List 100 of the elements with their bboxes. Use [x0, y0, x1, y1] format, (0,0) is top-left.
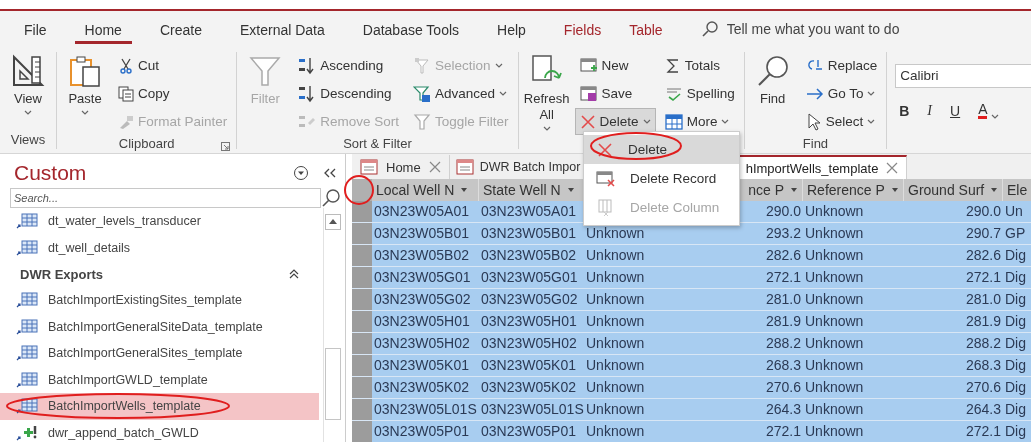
- form-icon: [455, 159, 474, 175]
- dialog-launcher-icon[interactable]: [221, 142, 231, 151]
- ribbon-button[interactable]: New: [574, 52, 656, 79]
- record-selector[interactable]: [352, 399, 372, 420]
- dropdown-arrow-icon: [990, 187, 999, 193]
- record-selector[interactable]: [352, 223, 372, 244]
- table-cell-text: Unknown: [804, 290, 865, 309]
- close-icon[interactable]: [886, 162, 899, 174]
- record-selector[interactable]: [352, 333, 372, 354]
- table-cell-text: 288.2: [964, 334, 1002, 353]
- ribbon-button[interactable]: Cut: [113, 52, 233, 79]
- close-icon[interactable]: [428, 161, 441, 173]
- ribbon-button[interactable]: Spelling: [659, 80, 740, 107]
- ribbon-button[interactable]: Refresh All: [522, 52, 571, 131]
- table-cell-text: 264.3: [764, 400, 802, 419]
- record-selector[interactable]: [352, 289, 372, 310]
- nav-item[interactable]: BatchImportGeneralSites_template: [0, 340, 319, 367]
- ribbon-tab[interactable]: Database Tools: [352, 13, 470, 44]
- record-selector[interactable]: [352, 421, 372, 442]
- record-selector[interactable]: [352, 201, 372, 222]
- record-selector[interactable]: [352, 245, 372, 266]
- ribbon-button[interactable]: View: [4, 52, 52, 115]
- ribbon-button[interactable]: Descending: [293, 80, 405, 107]
- record-selector[interactable]: [352, 355, 372, 376]
- ribbon-tab[interactable]: Table: [619, 13, 673, 44]
- ribbon-button[interactable]: Replace: [800, 52, 883, 79]
- ribbon-tab[interactable]: Fields: [553, 13, 612, 44]
- delete-icon: [596, 140, 614, 159]
- scissors-icon: [118, 57, 134, 74]
- nav-item[interactable]: BatchImportGWLD_template: [0, 366, 319, 393]
- new-record-icon: [579, 57, 598, 74]
- ribbon-tab[interactable]: Create: [149, 13, 212, 44]
- format-button[interactable]: I: [923, 100, 936, 121]
- copy-icon: [118, 85, 134, 102]
- table-cell-text: 293.2: [764, 224, 802, 243]
- dropdown-icon: [293, 165, 309, 181]
- ribbon-button[interactable]: Save: [574, 80, 656, 107]
- table-cell-text: Dig: [1004, 334, 1027, 353]
- select-all-corner[interactable]: [352, 179, 372, 201]
- menu-item[interactable]: Delete: [584, 135, 739, 164]
- record-selector[interactable]: [352, 377, 372, 398]
- format-button[interactable]: B: [895, 100, 914, 121]
- ribbon-tab[interactable]: Help: [487, 13, 536, 44]
- record-selector[interactable]: [352, 311, 372, 332]
- ribbon-button[interactable]: Go To: [800, 80, 883, 107]
- ribbon-button[interactable]: Advanced: [408, 80, 514, 107]
- ribbon-tab[interactable]: Home: [74, 13, 132, 44]
- group-label: Find: [802, 136, 829, 151]
- font-color-button[interactable]: A: [974, 100, 1004, 121]
- collapse-pane-icon: [323, 167, 337, 179]
- ribbon-tab[interactable]: File: [14, 13, 57, 44]
- format-button[interactable]: U: [946, 100, 965, 121]
- ribbon-button[interactable]: Find: [748, 52, 797, 107]
- table-cell-text: 03N23W05L01S: [480, 400, 584, 419]
- table-icon: [16, 344, 38, 363]
- ribbon-button[interactable]: Copy: [113, 80, 233, 107]
- table-cell-text: 03N23W05B01: [480, 224, 577, 243]
- table-cell-text: 282.6: [964, 246, 1002, 265]
- group-header[interactable]: DWR Exports: [0, 261, 323, 287]
- table-cell-text: 03N23W05H01: [480, 312, 578, 331]
- table-cell-text: 03N23W05B02: [373, 246, 470, 265]
- table-cell-text: 03N23W05K01: [480, 356, 577, 375]
- delete-icon: [579, 113, 596, 130]
- dropdown-arrow-icon: [790, 187, 798, 193]
- group-label: Clipboard: [118, 136, 175, 151]
- table-cell-text: 281.9: [964, 312, 1002, 331]
- table-cell-text: Unknown: [585, 268, 646, 287]
- collapse-icon: [289, 269, 299, 279]
- table-cell-text: Dig: [1004, 290, 1027, 309]
- table-cell-text: 03N23W05K02: [373, 378, 470, 397]
- font-field[interactable]: Calibri: [895, 64, 1031, 88]
- table-cell-text: 03N23W05B02: [480, 246, 577, 265]
- tell-me-field[interactable]: Tell me what you want to do: [700, 19, 900, 38]
- search-field[interactable]: Search...: [10, 188, 321, 208]
- record-selector[interactable]: [352, 267, 372, 288]
- ribbon-button[interactable]: Totals: [659, 52, 740, 79]
- ribbon-button[interactable]: Select: [800, 108, 883, 135]
- table-cell-text: Unknown: [585, 422, 646, 441]
- ribbon-tab[interactable]: External Data: [229, 13, 335, 44]
- funnel-icon: [248, 54, 283, 88]
- scroll-up-icon: [324, 214, 341, 230]
- table-cell-text: Unknown: [585, 246, 646, 265]
- dropdown-arrow-icon: [460, 187, 469, 193]
- table-cell-text: Dig: [1004, 422, 1027, 441]
- scrollbar[interactable]: [323, 208, 341, 442]
- nav-item[interactable]: dwr_append_batch_GWLD: [0, 419, 319, 442]
- table-cell-text: 290.7: [964, 224, 1002, 243]
- nav-item[interactable]: BatchImportExistingSites_template: [0, 287, 319, 314]
- table-cell-text: 272.1: [964, 422, 1002, 441]
- ribbon-button[interactable]: Ascending: [293, 52, 405, 79]
- table-cell-text: 03N23W05A01: [480, 202, 577, 221]
- table-cell-text: Unknown: [585, 224, 646, 243]
- ribbon-button[interactable]: Paste: [61, 52, 109, 115]
- nav-item[interactable]: dt_well_details: [0, 234, 319, 261]
- nav-item[interactable]: BatchImportGeneralSiteData_template: [0, 313, 319, 340]
- nav-item[interactable]: dt_water_levels_transducer: [0, 208, 319, 235]
- table-icon: [16, 370, 38, 389]
- table-cell-text: GP: [1004, 224, 1027, 243]
- ribbon-button[interactable]: More: [659, 108, 740, 135]
- group-label: Sort & Filter: [343, 136, 412, 151]
